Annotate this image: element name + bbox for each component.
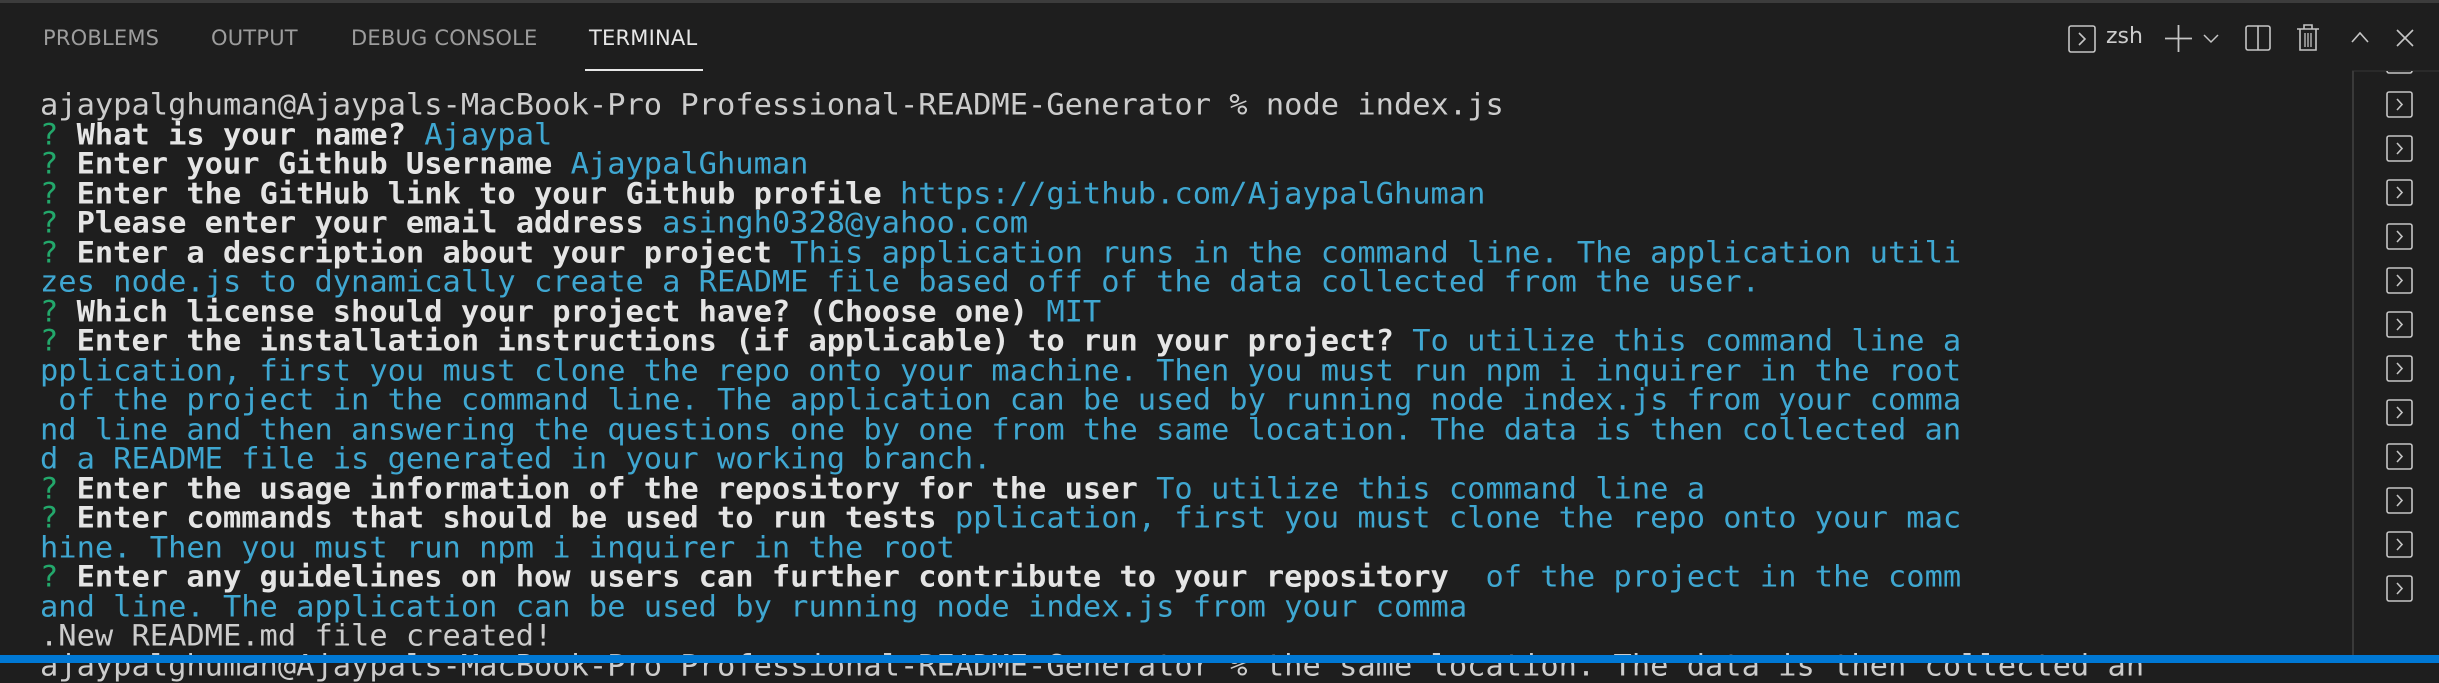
terminal-line: .New README.md file created!	[40, 622, 2340, 651]
answer-text: of the project in the command line. The …	[40, 383, 1962, 418]
shell-name-label[interactable]: zsh	[2106, 24, 2143, 49]
status-bar	[0, 655, 2439, 663]
question-text: Enter commands that should be used to ru…	[76, 501, 955, 536]
terminal-line: nd line and then answering the questions…	[40, 415, 2340, 444]
active-tab-indicator	[585, 69, 703, 71]
terminal-line: d a README file is generated in your wor…	[40, 445, 2340, 474]
terminal-line: and line. The application can be used by…	[40, 592, 2340, 621]
answer-text: pplication, first you must clone the rep…	[954, 501, 1962, 536]
terminal-list-item-icon[interactable]	[2386, 575, 2413, 602]
terminal-line: ? Enter any guidelines on how users can …	[40, 563, 2340, 592]
terminal-list-item-icon[interactable]	[2386, 91, 2413, 118]
terminal-line: ? What is your name? Ajaypal	[40, 120, 2340, 149]
terminal-line: ? Enter commands that should be used to …	[40, 504, 2340, 533]
question-text: Enter any guidelines on how users can fu…	[76, 560, 1468, 595]
terminal-list-item-icon[interactable]	[2386, 399, 2413, 426]
terminal-line: zes node.js to dynamically create a READ…	[40, 268, 2340, 297]
terminal-line: ? Enter the GitHub link to your Github p…	[40, 179, 2340, 208]
answer-text: asingh0328@yahoo.com	[662, 206, 1029, 241]
prompt-marker: ?	[40, 560, 77, 595]
prompt-marker: ?	[40, 324, 77, 359]
close-icon[interactable]	[2396, 29, 2414, 47]
terminal-list-item-icon[interactable]	[2386, 487, 2413, 514]
terminal-line: pplication, first you must clone the rep…	[40, 356, 2340, 385]
chevron-down-icon[interactable]	[2203, 34, 2219, 44]
shell-text: ajaypalghuman@Ajaypals-MacBook-Pro Profe…	[40, 88, 1504, 123]
terminal-list-item-icon[interactable]	[2386, 531, 2413, 558]
tab-problems[interactable]: PROBLEMS	[43, 26, 159, 50]
question-text: Enter the installation instructions (if …	[76, 324, 1413, 359]
terminal-list-item-icon[interactable]	[2386, 223, 2413, 250]
terminal-icon[interactable]	[2068, 25, 2096, 53]
terminal-list-item-icon[interactable]	[2386, 179, 2413, 206]
answer-text: AjaypalGhuman	[570, 147, 809, 182]
terminal-list-item-icon[interactable]	[2386, 355, 2413, 382]
plus-icon[interactable]	[2165, 25, 2192, 52]
terminal-line: of the project in the command line. The …	[40, 386, 2340, 415]
terminal-line: ? Enter your Github Username AjaypalGhum…	[40, 150, 2340, 179]
answer-text: d a README file is generated in your wor…	[40, 442, 992, 477]
tab-terminal[interactable]: TERMINAL	[589, 26, 697, 50]
terminal-output[interactable]: ajaypalghuman@Ajaypals-MacBook-Pro Profe…	[40, 91, 2340, 681]
terminal-line: ? Which license should your project have…	[40, 297, 2340, 326]
question-text: Please enter your email address	[76, 206, 663, 241]
shell-text: .New README.md file created!	[40, 619, 553, 654]
chevron-up-icon[interactable]	[2351, 31, 2369, 43]
answer-text: zes node.js to dynamically create a READ…	[40, 265, 1760, 300]
editor-divider	[0, 0, 2439, 3]
terminal-list-item-icon[interactable]	[2386, 311, 2413, 338]
answer-text: To utilize this command line a	[1412, 324, 1962, 359]
terminal-list-item-icon[interactable]	[2386, 71, 2413, 74]
answer-text: of the project in the comm	[1467, 560, 1962, 595]
terminal-list-item-icon[interactable]	[2386, 443, 2413, 470]
prompt-marker: ?	[40, 206, 77, 241]
tab-output[interactable]: OUTPUT	[211, 26, 298, 50]
prompt-marker: ?	[40, 147, 77, 182]
terminal-line: ? Please enter your email address asingh…	[40, 209, 2340, 238]
terminal-line: ? Enter the installation instructions (i…	[40, 327, 2340, 356]
terminal-line: ? Enter a description about your project…	[40, 238, 2340, 267]
terminal-line: ? Enter the usage information of the rep…	[40, 474, 2340, 503]
terminal-line: ajaypalghuman@Ajaypals-MacBook-Pro Profe…	[40, 91, 2340, 120]
split-terminal-icon[interactable]	[2245, 25, 2271, 51]
terminal-line: hine. Then you must run npm i inquirer i…	[40, 533, 2340, 562]
prompt-marker: ?	[40, 501, 77, 536]
terminal-list	[2352, 71, 2439, 655]
question-text: Enter your Github Username	[76, 147, 571, 182]
terminal-list-item-icon[interactable]	[2386, 267, 2413, 294]
terminal-list-item-icon[interactable]	[2386, 135, 2413, 162]
trash-icon[interactable]	[2297, 24, 2319, 52]
tab-debug-console[interactable]: DEBUG CONSOLE	[351, 26, 538, 50]
